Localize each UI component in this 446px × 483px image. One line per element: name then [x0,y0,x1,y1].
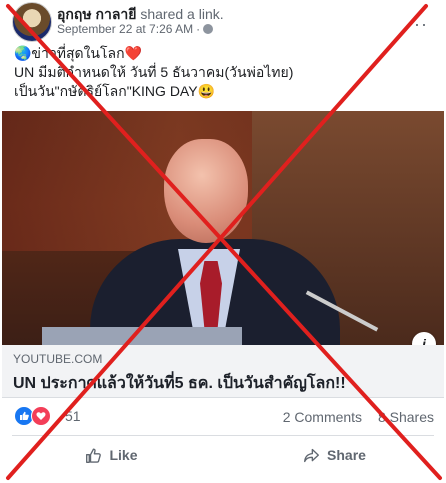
video-thumbnail[interactable] [2,111,444,345]
reactions-summary[interactable]: 51 [14,406,81,426]
post-actions: Like Share [0,438,446,472]
author-avatar[interactable] [12,2,52,42]
post-text-line: เป็นวัน"กษัตริย์โลก"KING DAY😃 [14,83,216,99]
shares-count[interactable]: 8 Shares [378,409,434,425]
desk-screen [42,327,242,345]
comments-count[interactable]: 2 Comments [283,409,362,425]
more-options-button[interactable]: ··· [407,14,428,35]
facebook-post: อุกฤษ กาลายี shared a link. September 22… [0,0,446,483]
meta-separator: · [196,22,201,36]
link-domain: YOUTUBE.COM [13,352,103,366]
love-reaction-icon [31,406,51,426]
engagement-counts: 2 Comments 8 Shares [283,409,434,425]
link-title[interactable]: UN ประกาศแล้วให้วันที่5 ธค. เป็นวันสำคัญ… [13,371,346,396]
like-button[interactable]: Like [0,438,223,472]
post-text: 🌏ข่าวที่สุดในโลก❤️ UN มีมติกำหนดให้ วันท… [14,44,434,101]
author-name[interactable]: อุกฤษ กาลายี [57,6,136,22]
like-label: Like [109,447,138,463]
post-action-text: shared a link. [140,6,224,22]
post-text-line: UN มีมติกำหนดให้ วันที่ 5 ธันวาคม(วันพ่อ… [14,64,294,80]
share-arrow-icon [304,448,320,462]
public-globe-icon [203,24,214,34]
link-preview[interactable]: YOUTUBE.COM UN ประกาศแล้วให้วันที่5 ธค. … [2,345,444,398]
post-timestamp[interactable]: September 22 at 7:26 AM [57,22,193,36]
share-label: Share [327,447,366,463]
thumbs-up-icon [86,447,102,463]
post-text-line: 🌏ข่าวที่สุดในโลก❤️ [14,45,143,61]
share-button[interactable]: Share [223,438,446,472]
action-divider [12,435,434,436]
reaction-count: 51 [65,408,81,424]
speaker-head [164,139,248,243]
post-meta: September 22 at 7:26 AM · [57,22,214,36]
